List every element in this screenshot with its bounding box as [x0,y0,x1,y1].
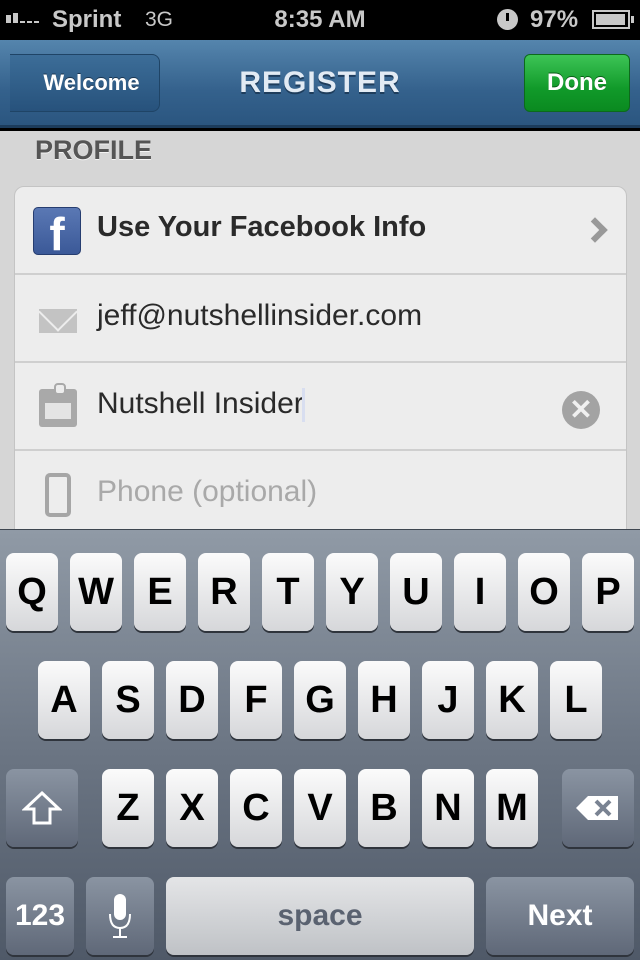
delete-key[interactable] [562,769,634,847]
key-a[interactable]: A [38,661,90,739]
key-m[interactable]: M [486,769,538,847]
profile-card: f Use Your Facebook Info jeff@nutshellin… [14,186,627,546]
id-badge-icon [39,383,77,427]
keyboard: 123 space Next QWERTYUIOP ASDFGHJKL ZXCVBN… [0,529,640,960]
key-k[interactable]: K [486,661,538,739]
dictation-key[interactable] [86,877,154,955]
key-g[interactable]: G [294,661,346,739]
key-i[interactable]: I [454,553,506,631]
key-t[interactable]: T [262,553,314,631]
battery-icon [592,10,634,29]
profile-form: PROFILE f Use Your Facebook Info jeff@nu… [0,131,640,546]
microphone-icon [109,894,131,938]
shift-arrow-icon [22,790,62,825]
envelope-icon [39,309,77,333]
key-u[interactable]: U [390,553,442,631]
company-value: Nutshell Insider [97,387,304,420]
key-r[interactable]: R [198,553,250,631]
company-row[interactable]: Nutshell Insider ✕ [15,363,626,451]
key-l[interactable]: L [550,661,602,739]
company-field[interactable]: Nutshell Insider [97,387,305,423]
backspace-icon [576,796,618,820]
key-j[interactable]: J [422,661,474,739]
key-n[interactable]: N [422,769,474,847]
key-c[interactable]: C [230,769,282,847]
text-cursor [301,388,305,423]
key-d[interactable]: D [166,661,218,739]
facebook-label: Use Your Facebook Info [97,211,427,243]
key-e[interactable]: E [134,553,186,631]
key-y[interactable]: Y [326,553,378,631]
next-key[interactable]: Next [486,877,634,955]
phone-row[interactable]: Phone (optional) [15,451,626,539]
phone-icon [45,473,71,517]
key-v[interactable]: V [294,769,346,847]
navigation-bar: Welcome REGISTER Done [0,40,640,128]
battery-percent: 97% [530,6,579,33]
numbers-key[interactable]: 123 [6,877,74,955]
key-w[interactable]: W [70,553,122,631]
facebook-info-row[interactable]: f Use Your Facebook Info [15,187,626,275]
alarm-clock-icon [497,9,518,30]
key-z[interactable]: Z [102,769,154,847]
key-p[interactable]: P [582,553,634,631]
done-button[interactable]: Done [524,54,630,112]
key-s[interactable]: S [102,661,154,739]
key-h[interactable]: H [358,661,410,739]
key-q[interactable]: Q [6,553,58,631]
key-o[interactable]: O [518,553,570,631]
email-field[interactable]: jeff@nutshellinsider.com [97,299,422,333]
status-bar: Sprint 3G 8:35 AM 97% [0,0,640,40]
section-header: PROFILE [35,135,153,165]
email-row[interactable]: jeff@nutshellinsider.com [15,275,626,363]
shift-key[interactable] [6,769,78,847]
space-key[interactable]: space [166,877,474,955]
key-f[interactable]: F [230,661,282,739]
key-x[interactable]: X [166,769,218,847]
clear-text-button[interactable]: ✕ [562,391,600,429]
facebook-icon: f [33,207,81,255]
chevron-right-icon [582,217,608,243]
key-b[interactable]: B [358,769,410,847]
phone-field[interactable]: Phone (optional) [97,475,317,509]
